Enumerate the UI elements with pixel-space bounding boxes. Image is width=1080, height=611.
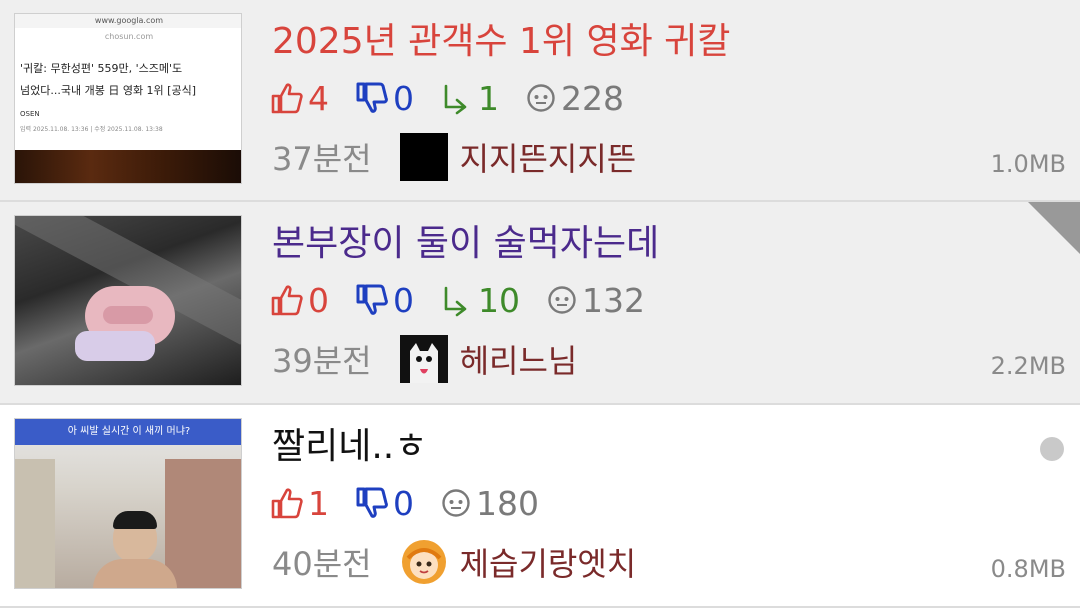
status-dot bbox=[1040, 437, 1064, 461]
share-count: 1 bbox=[440, 79, 499, 118]
like-count: 1 bbox=[270, 484, 329, 523]
thumbs-down-icon bbox=[356, 284, 388, 315]
view-count: 132 bbox=[546, 281, 645, 320]
share-value: 1 bbox=[478, 78, 499, 118]
thumb-headline-2: 넘었다...국내 개봉 日 영화 1위 [공식] bbox=[20, 84, 196, 97]
thumb-person-hair bbox=[113, 511, 157, 529]
thumbs-up-icon bbox=[271, 83, 303, 114]
thumb-url-bar: www.googla.com bbox=[15, 14, 241, 28]
share-count: 10 bbox=[440, 281, 520, 320]
post-meta: 37분전 지지뜬지지뜬 bbox=[272, 132, 636, 182]
post-meta: 39분전 헤리느님 bbox=[272, 334, 577, 384]
face-icon bbox=[527, 84, 555, 112]
like-count: 4 bbox=[270, 79, 329, 118]
author-name[interactable]: 헤리느님 bbox=[460, 336, 578, 382]
share-arrow-icon bbox=[444, 84, 467, 115]
list-item[interactable]: 본부장이 둘이 술먹자는데 0 0 10 132 39분전 헤리느님 2.2MB bbox=[0, 202, 1080, 405]
like-value: 0 bbox=[308, 280, 329, 320]
dislike-count: 0 bbox=[355, 484, 414, 523]
thumbnail-image[interactable]: www.googla.com chosun.com '귀칼: 무한성편' 559… bbox=[14, 13, 242, 184]
post-time: 37분전 bbox=[272, 140, 372, 178]
thumbs-up-icon bbox=[271, 488, 303, 519]
file-size: 0.8MB bbox=[990, 555, 1066, 583]
thumbs-down-icon bbox=[356, 82, 388, 113]
post-title[interactable]: 본부장이 둘이 술먹자는데 bbox=[272, 220, 659, 268]
avatar[interactable] bbox=[400, 538, 448, 586]
like-value: 1 bbox=[308, 483, 329, 523]
post-time: 39분전 bbox=[272, 342, 372, 380]
thumbs-up-icon bbox=[271, 285, 303, 316]
post-stats: 0 0 10 132 bbox=[270, 278, 671, 322]
post-list: www.googla.com chosun.com '귀칼: 무한성편' 559… bbox=[0, 0, 1080, 611]
dislike-count: 0 bbox=[355, 281, 414, 320]
cartoon-girl-avatar-icon bbox=[401, 540, 446, 584]
thumb-banner: 아 씨발 실시간 이 새끼 머냐? bbox=[15, 419, 241, 445]
avatar[interactable] bbox=[399, 335, 448, 383]
thumbnail-image[interactable]: 아 씨발 실시간 이 새끼 머냐? bbox=[14, 418, 242, 589]
list-item[interactable]: 아 씨발 실시간 이 새끼 머냐? 짤리네..ㅎ 1 0 180 40분전 제습… bbox=[0, 405, 1080, 608]
post-title[interactable]: 짤리네..ㅎ bbox=[272, 423, 427, 471]
cat-avatar-icon bbox=[399, 335, 448, 383]
list-item[interactable]: www.googla.com chosun.com '귀칼: 무한성편' 559… bbox=[0, 0, 1080, 202]
view-count: 228 bbox=[525, 79, 624, 118]
author-name[interactable]: 제습기랑엣치 bbox=[460, 539, 637, 585]
avatar[interactable] bbox=[399, 133, 448, 181]
view-value: 132 bbox=[582, 280, 645, 320]
thumb-shelf-right bbox=[165, 459, 241, 588]
corner-triangle-icon bbox=[1028, 202, 1080, 254]
thumb-plush-face bbox=[103, 306, 153, 324]
dislike-value: 0 bbox=[393, 280, 414, 320]
file-size: 2.2MB bbox=[990, 352, 1066, 380]
view-value: 180 bbox=[476, 483, 539, 523]
author-name[interactable]: 지지뜬지지뜬 bbox=[460, 134, 637, 180]
like-count: 0 bbox=[270, 281, 329, 320]
dislike-value: 0 bbox=[393, 483, 414, 523]
thumbnail-image[interactable] bbox=[14, 215, 242, 386]
thumb-headline-1: '귀칼: 무한성편' 559만, '스즈메'도 bbox=[20, 62, 183, 75]
face-icon bbox=[442, 489, 470, 517]
post-meta: 40분전 제습기랑엣치 bbox=[272, 537, 636, 587]
dislike-value: 0 bbox=[393, 78, 414, 118]
share-arrow-icon bbox=[444, 286, 467, 317]
file-size: 1.0MB bbox=[990, 150, 1066, 178]
thumb-date: 입력 2025.11.08. 13:36 | 수정 2025.11.08. 13… bbox=[20, 126, 163, 133]
post-title[interactable]: 2025년 관객수 1위 영화 귀칼 bbox=[272, 18, 730, 66]
post-stats: 1 0 180 bbox=[270, 481, 565, 525]
thumb-plush-pillow bbox=[75, 331, 155, 361]
view-count: 180 bbox=[440, 484, 539, 523]
thumb-shelf-left bbox=[15, 459, 55, 588]
thumb-site: chosun.com bbox=[104, 32, 154, 41]
post-time: 40분전 bbox=[272, 545, 372, 583]
view-value: 228 bbox=[561, 78, 624, 118]
dislike-count: 0 bbox=[355, 79, 414, 118]
thumb-source: OSEN bbox=[20, 110, 40, 118]
share-value: 10 bbox=[478, 280, 520, 320]
corner-fold bbox=[1028, 202, 1080, 258]
thumbs-down-icon bbox=[356, 487, 388, 518]
like-value: 4 bbox=[308, 78, 329, 118]
face-icon bbox=[548, 286, 576, 314]
post-stats: 4 0 1 228 bbox=[270, 76, 650, 120]
thumb-movie-poster bbox=[15, 150, 241, 183]
